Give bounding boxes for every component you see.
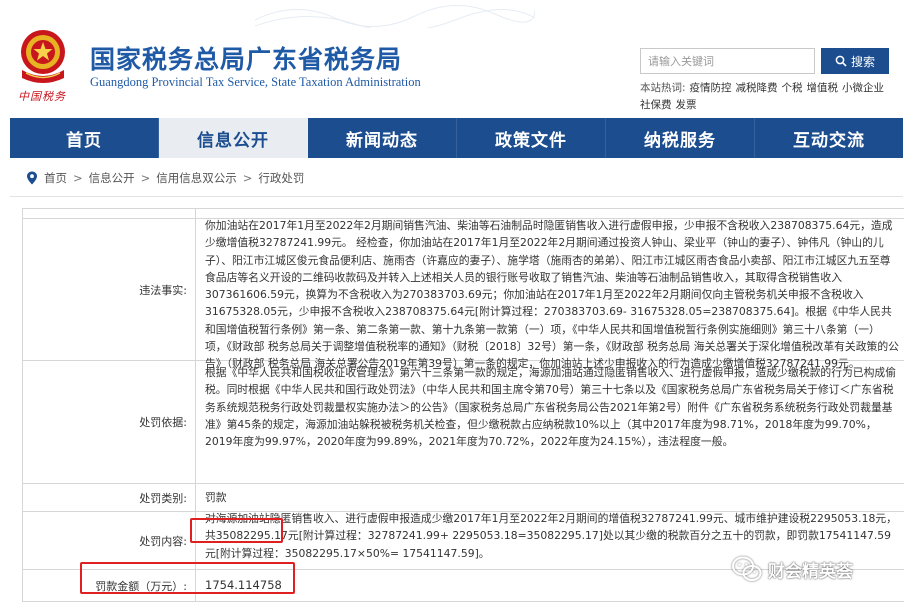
row-label: 违法事实: (22, 219, 196, 360)
breadcrumb-admin-penalty[interactable]: 行政处罚 (258, 170, 304, 186)
section-divider (10, 196, 903, 197)
site-subtitle: Guangdong Provincial Tax Service, State … (90, 75, 421, 89)
row-value: 罚款 (205, 490, 227, 504)
row-label: 处罚内容: (22, 512, 196, 569)
nav-item-tax-service[interactable]: 纳税服务 (606, 118, 755, 158)
search-button-label: 搜索 (850, 54, 875, 69)
location-pin-icon (27, 171, 37, 185)
hot-word-link[interactable]: 个税 (782, 82, 803, 94)
nav-item-interaction[interactable]: 互动交流 (755, 118, 903, 158)
breadcrumb: 首页 > 信息公开 > 信用信息双公示 > 行政处罚 (26, 170, 304, 186)
hot-word-link[interactable]: 增值税 (807, 82, 839, 94)
site-header: 中国税务 国家税务总局广东省税务局 Guangdong Provincial T… (0, 0, 913, 118)
hot-word-link[interactable]: 疫情防控 (690, 82, 732, 94)
nav-item-news[interactable]: 新闻动态 (308, 118, 457, 158)
hot-words-label: 本站热词: (640, 82, 686, 94)
tax-emblem-icon[interactable] (14, 24, 72, 90)
site-title[interactable]: 国家税务总局广东省税务局 (90, 40, 402, 76)
hot-word-link[interactable]: 小微企业 (842, 82, 884, 94)
hot-word-link[interactable]: 发票 (676, 99, 697, 111)
nav-item-info-disclosure[interactable]: 信息公开 (159, 118, 308, 158)
row-value: 你加油站在2017年1月至2022年2月期间销售汽油、柴油等石油制品时隐匿销售收… (205, 219, 899, 371)
hot-words: 本站热词: 疫情防控 减税降费 个税 增值税 小微企业社保费 发票 (640, 80, 900, 114)
table-row-basis: 处罚依据: 根据《中华人民共和国税收征收管理法》第六十三条第一款的规定，海源加油… (22, 361, 904, 484)
row-label: 处罚依据: (22, 361, 196, 483)
wechat-icon (732, 556, 762, 581)
hot-word-link[interactable]: 社保费 (640, 99, 672, 111)
watermark: 财会精英荟 (732, 556, 853, 582)
main-nav: 首页 信息公开 新闻动态 政策文件 纳税服务 互动交流 (10, 118, 903, 158)
nav-item-home[interactable]: 首页 (10, 118, 159, 158)
row-label: 处罚类别: (22, 484, 196, 511)
decorative-pattern (255, 5, 535, 28)
table-row-facts: 违法事实: 你加油站在2017年1月至2022年2月期间销售汽油、柴油等石油制品… (22, 219, 904, 371)
penalty-detail-table: 违法事实: 你加油站在2017年1月至2022年2月期间销售汽油、柴油等石油制品… (22, 208, 904, 609)
table-row-category: 处罚类别: 罚款 (22, 484, 904, 512)
breadcrumb-separator: > (73, 171, 83, 185)
logo-caption: 中国税务 (18, 90, 66, 103)
breadcrumb-separator: > (242, 171, 253, 185)
breadcrumb-separator: > (140, 171, 151, 185)
watermark-text: 财会精英荟 (768, 561, 853, 582)
search-button[interactable]: 搜索 (821, 48, 889, 74)
search-input[interactable] (640, 48, 815, 74)
search-icon (835, 55, 847, 67)
breadcrumb-home[interactable]: 首页 (44, 170, 67, 186)
breadcrumb-credit-info[interactable]: 信用信息双公示 (156, 170, 237, 186)
row-value: 根据《中华人民共和国税收征收管理法》第六十三条第一款的规定，海源加油站通过隐匿销… (205, 366, 896, 449)
row-label: 罚款金额（万元）: (22, 570, 196, 601)
breadcrumb-info-disclosure[interactable]: 信息公开 (89, 170, 135, 186)
hot-word-link[interactable]: 减税降费 (736, 82, 778, 94)
nav-item-policy[interactable]: 政策文件 (457, 118, 606, 158)
